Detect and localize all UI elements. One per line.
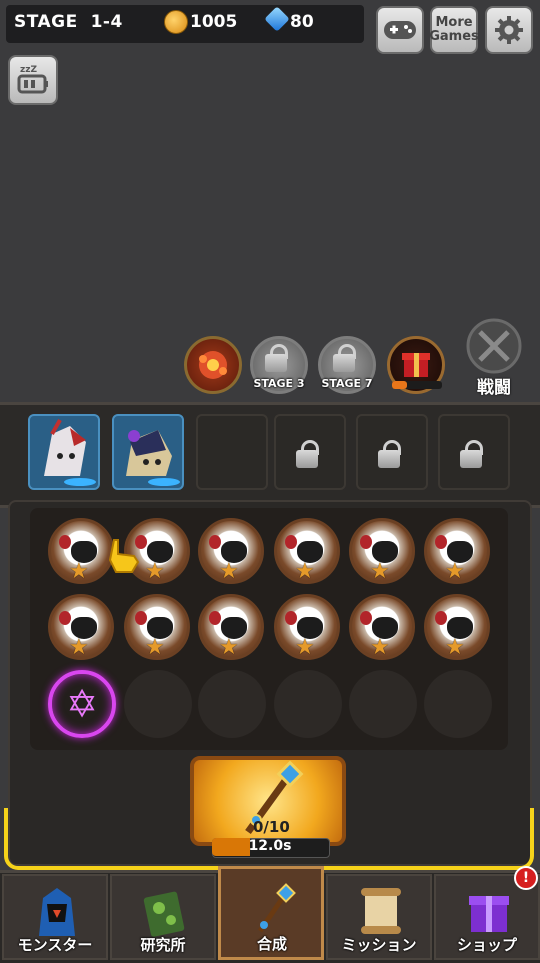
star-rank-icon: ★ — [370, 559, 390, 584]
nav-label: 研究所 — [140, 936, 186, 954]
stage-progress-bar — [392, 381, 442, 389]
sleep-battery-icon: zzZ — [17, 65, 48, 94]
tutorial-hand-pointer-icon — [104, 536, 144, 580]
nav-label: 合成 — [256, 935, 287, 953]
monster-horn — [360, 535, 372, 549]
stage-3-label: STAGE 3 — [253, 377, 305, 390]
lock-body — [296, 450, 318, 468]
empty-board-cell[interactable] — [198, 670, 266, 738]
monster-horn — [285, 535, 297, 549]
battle-button[interactable] — [460, 316, 528, 378]
star-rank-icon: ★ — [445, 559, 465, 584]
monster-horn — [59, 535, 71, 549]
team-slot-2[interactable] — [112, 414, 184, 490]
battle-label: 戦闘 — [477, 378, 511, 398]
monster-horn — [435, 611, 447, 625]
lock-body — [265, 354, 287, 372]
svg-text:zzZ: zzZ — [20, 65, 37, 75]
monster-horn — [135, 611, 147, 625]
stage-label: STAGE — [14, 12, 78, 32]
monster-horn — [360, 611, 372, 625]
staff-icon — [246, 881, 302, 941]
merge-monster-tile[interactable]: ★ — [48, 594, 114, 660]
fire-flower-icon — [199, 351, 227, 379]
gold-amount: 1005 — [190, 12, 238, 32]
empty-board-cell[interactable] — [424, 670, 492, 738]
nav-item-1[interactable]: 研究所 — [110, 874, 216, 960]
scroll-icon — [353, 882, 409, 942]
lock-body — [460, 450, 482, 468]
nav-label: ショップ — [456, 936, 517, 954]
nav-item-0[interactable]: モンスター — [2, 874, 108, 960]
gamepad-icon — [384, 21, 416, 39]
more-games-button[interactable]: More Games — [429, 6, 479, 54]
gamepad-button[interactable] — [376, 6, 424, 54]
nav-label: ミッション — [341, 936, 417, 954]
nav-item-2[interactable]: 合成 — [218, 866, 324, 960]
monster-horn — [209, 535, 221, 549]
merge-monster-tile[interactable]: ★ — [198, 518, 264, 584]
stage-7-label: STAGE 7 — [321, 377, 373, 390]
gear-icon — [495, 16, 523, 44]
star-rank-icon: ★ — [295, 559, 315, 584]
merge-monster-tile[interactable]: ★ — [349, 518, 415, 584]
merge-monster-tile[interactable]: ★ — [424, 594, 490, 660]
nav-label: モンスター — [17, 936, 93, 954]
merge-monster-tile[interactable]: ★ — [424, 518, 490, 584]
empty-board-cell[interactable] — [274, 670, 342, 738]
star-rank-icon: ★ — [370, 635, 390, 660]
gem-amount: 80 — [290, 12, 314, 32]
star-rank-icon: ★ — [445, 635, 465, 660]
stage-medal-cleared[interactable] — [184, 336, 242, 394]
monster-horn — [285, 611, 297, 625]
stage-indicator: STAGE 1-4 — [14, 12, 123, 32]
merge-monster-tile[interactable]: ★ — [274, 594, 340, 660]
hooded-monster-icon — [29, 882, 85, 942]
shop-alert-badge: ! — [514, 866, 538, 890]
crossed-swords-icon — [466, 318, 522, 374]
monster-horn — [59, 611, 71, 625]
nav-item-3[interactable]: ミッション — [326, 874, 432, 960]
stage-progress-fill — [392, 381, 407, 389]
monster-horn — [209, 611, 221, 625]
star-rank-icon: ★ — [219, 635, 239, 660]
star-rank-icon: ★ — [145, 559, 165, 584]
more-games-label: More Games — [429, 15, 479, 44]
gold-coin-icon[interactable] — [164, 10, 188, 34]
settings-button[interactable] — [485, 6, 533, 54]
lock-body — [333, 354, 355, 372]
stage-value: 1-4 — [90, 12, 123, 32]
research-book-icon — [137, 882, 193, 942]
star-rank-icon: ★ — [295, 635, 315, 660]
empty-board-cell[interactable] — [124, 670, 192, 738]
team-slot-3[interactable] — [196, 414, 268, 490]
merge-monster-tile[interactable]: ★ — [274, 518, 340, 584]
summon-portal-icon[interactable]: ✡ — [48, 670, 116, 738]
merge-monster-tile[interactable]: ★ — [124, 594, 190, 660]
star-rank-icon: ★ — [69, 635, 89, 660]
gift-box-icon — [461, 882, 517, 942]
merge-monster-tile[interactable]: ★ — [198, 594, 264, 660]
sleep-mode-button[interactable]: zzZ — [8, 55, 58, 105]
unicorn-monster-icon — [44, 419, 96, 486]
ninja-monster-icon — [126, 430, 180, 486]
merge-monster-tile[interactable]: ★ — [349, 594, 415, 660]
monster-horn — [435, 535, 447, 549]
star-rank-icon: ★ — [219, 559, 239, 584]
empty-board-cell[interactable] — [349, 670, 417, 738]
star-rank-icon: ★ — [145, 635, 165, 660]
lock-body — [378, 450, 400, 468]
tutorial-highlight-outline — [4, 808, 534, 870]
star-rank-icon: ★ — [69, 559, 89, 584]
team-slot-1[interactable] — [28, 414, 100, 490]
